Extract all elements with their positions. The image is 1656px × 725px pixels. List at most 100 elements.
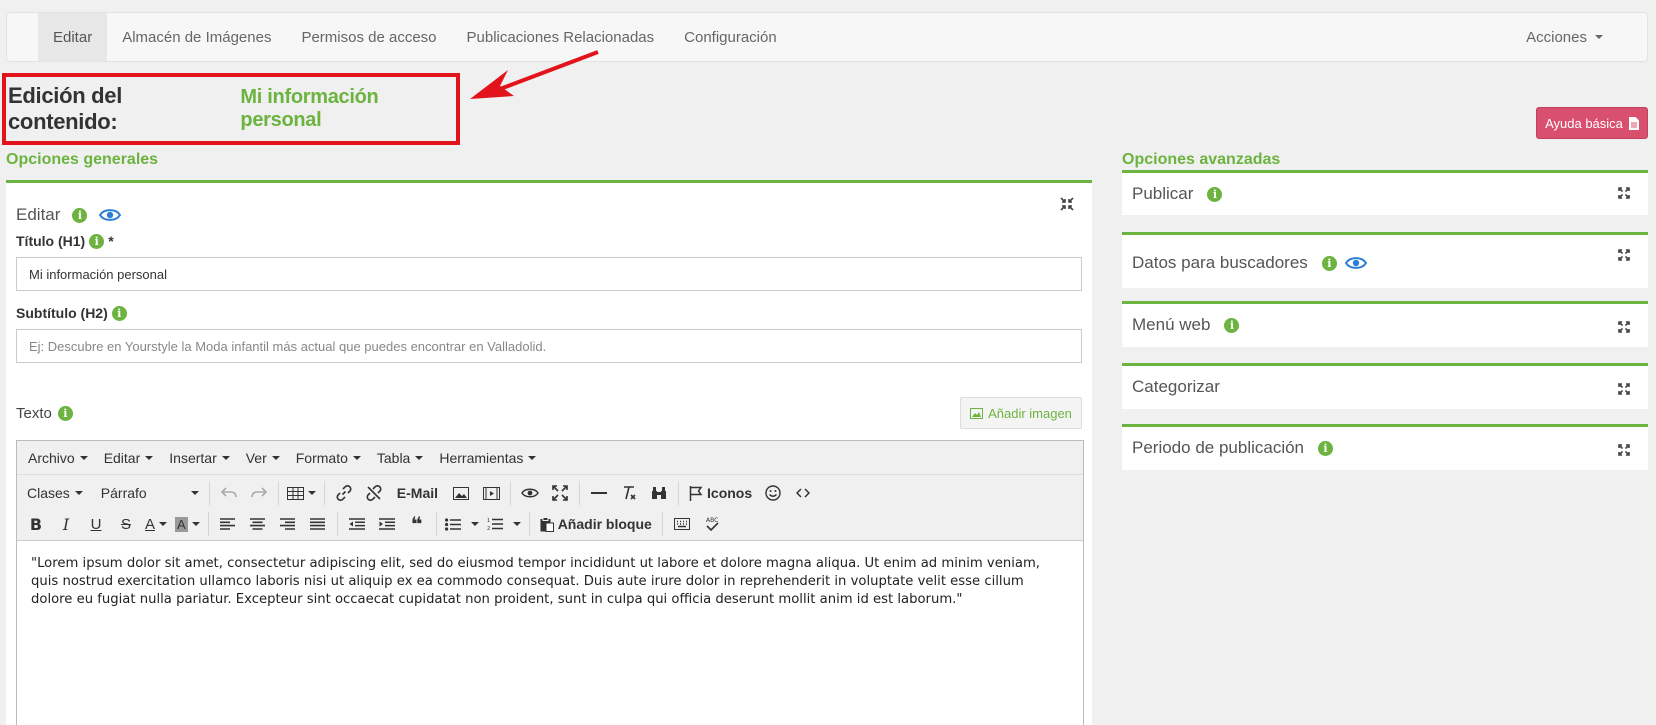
find-replace-button[interactable] <box>644 479 674 507</box>
menu-archivo[interactable]: Archivo <box>23 450 99 466</box>
menu-insertar[interactable]: Insertar <box>164 450 240 466</box>
insert-image-button[interactable] <box>446 479 476 507</box>
add-image-button[interactable]: Añadir imagen <box>960 397 1082 429</box>
clear-format-icon <box>624 486 636 500</box>
background-color-button[interactable]: A <box>171 510 204 538</box>
info-icon[interactable]: i <box>1224 317 1240 333</box>
panel-categorizar[interactable]: Categorizar <box>1122 363 1648 409</box>
info-icon[interactable]: i <box>72 207 88 223</box>
actions-dropdown[interactable]: Acciones <box>1526 29 1603 46</box>
edit-panel-title: Editar <box>16 205 61 224</box>
source-code-button[interactable] <box>788 479 818 507</box>
expand-icon[interactable] <box>1618 444 1630 456</box>
caret-down-icon <box>191 522 200 526</box>
add-block-label: Añadir bloque <box>557 516 652 532</box>
panel-publicar-header: Publicar i <box>1132 184 1223 204</box>
title-input[interactable]: Mi información personal <box>16 257 1082 291</box>
add-block-button[interactable]: Añadir bloque <box>534 510 658 538</box>
panel-menu-web[interactable]: Menú web i <box>1122 301 1648 347</box>
insert-media-button[interactable] <box>476 479 506 507</box>
tab-permisos-acceso[interactable]: Permisos de acceso <box>286 13 451 61</box>
advanced-options-title: Opciones avanzadas <box>1122 151 1281 168</box>
info-icon[interactable]: i <box>57 406 73 421</box>
align-center-button[interactable] <box>243 510 273 538</box>
classes-select[interactable]: Clases <box>21 485 89 501</box>
indent-button[interactable] <box>372 510 402 538</box>
outdent-button[interactable] <box>342 510 372 538</box>
expand-icon[interactable] <box>1618 321 1630 333</box>
eye-icon[interactable] <box>1344 256 1367 270</box>
clear-format-button[interactable] <box>614 479 644 507</box>
subtitle-input[interactable]: Ej: Descubre en Yourstyle la Moda infant… <box>16 329 1082 363</box>
numbered-list-button[interactable]: 12 <box>483 510 525 538</box>
expand-icon[interactable] <box>1618 249 1630 261</box>
info-icon[interactable]: i <box>1207 186 1223 202</box>
expand-icon[interactable] <box>1618 383 1630 395</box>
redo-button[interactable] <box>244 479 274 507</box>
menu-ver[interactable]: Ver <box>241 450 291 466</box>
menu-editar[interactable]: Editar <box>99 450 165 466</box>
email-button[interactable]: E-Mail <box>389 479 446 507</box>
toolbar-separator <box>579 481 581 505</box>
table-button[interactable] <box>283 479 320 507</box>
info-icon[interactable]: i <box>1321 255 1337 271</box>
menu-formato[interactable]: Formato <box>291 450 372 466</box>
editor-content[interactable]: "Lorem ipsum dolor sit amet, consectetur… <box>17 541 1083 623</box>
underline-button[interactable]: U <box>81 510 111 538</box>
title-field-label-text: Título (H1) <box>16 233 86 249</box>
image-icon <box>453 486 470 500</box>
panel-periodo-publicacion[interactable]: Periodo de publicación i <box>1122 424 1648 470</box>
tab-configuracion[interactable]: Configuración <box>669 13 792 61</box>
text-color-button[interactable]: A <box>141 510 171 538</box>
link-icon <box>336 485 352 501</box>
strikethrough-button[interactable]: S <box>111 510 141 538</box>
toolbar-separator <box>208 481 210 505</box>
align-left-button[interactable] <box>213 510 243 538</box>
help-button[interactable]: Ayuda básica <box>1536 107 1648 139</box>
icons-button[interactable]: Iconos <box>683 479 758 507</box>
align-right-button[interactable] <box>273 510 303 538</box>
eye-icon[interactable] <box>99 208 122 222</box>
panel-datos-buscadores[interactable]: Datos para buscadores i <box>1122 232 1648 288</box>
unlink-button[interactable] <box>359 479 389 507</box>
general-options-title: Opciones generales <box>6 151 159 168</box>
link-button[interactable] <box>329 479 359 507</box>
menu-herramientas[interactable]: Herramientas <box>434 450 547 466</box>
info-icon[interactable]: i <box>89 233 105 249</box>
horizontal-rule-button[interactable] <box>584 479 614 507</box>
toolbar-separator <box>510 481 512 505</box>
emoticons-button[interactable] <box>758 479 788 507</box>
unlink-icon <box>366 485 382 501</box>
fullscreen-button[interactable] <box>545 479 575 507</box>
bullet-list-button[interactable] <box>441 510 483 538</box>
svg-text:2: 2 <box>487 526 490 531</box>
paragraph-select[interactable]: Párrafo <box>95 485 205 501</box>
preview-button[interactable] <box>515 479 545 507</box>
info-icon[interactable]: i <box>1318 440 1334 456</box>
bold-button[interactable]: B <box>21 510 51 538</box>
tab-editar[interactable]: Editar <box>38 13 108 61</box>
actions-label: Acciones <box>1526 28 1587 46</box>
spellcheck-button[interactable]: ABC <box>697 510 727 538</box>
indent-icon <box>378 518 395 530</box>
toolbar-row-2: B I U S A A ❝ 12 Añadir bloque ABC <box>21 509 727 539</box>
caret-down-icon <box>512 522 521 526</box>
add-image-label: Añadir imagen <box>988 405 1072 421</box>
compress-icon[interactable] <box>1060 197 1074 211</box>
media-icon <box>482 486 500 500</box>
align-justify-button[interactable] <box>303 510 333 538</box>
caret-down-icon <box>528 455 537 460</box>
italic-button[interactable]: I <box>51 510 81 538</box>
blockquote-button[interactable]: ❝ <box>402 510 432 538</box>
svg-text:ABC: ABC <box>706 517 718 524</box>
info-icon[interactable]: i <box>111 305 127 321</box>
edit-panel-header: Editar i <box>16 205 122 225</box>
undo-button[interactable] <box>214 479 244 507</box>
keyboard-button[interactable] <box>667 510 697 538</box>
expand-icon[interactable] <box>1618 187 1630 199</box>
menu-tabla[interactable]: Tabla <box>372 450 434 466</box>
panel-menu-web-label: Menú web <box>1132 315 1211 334</box>
flag-icon <box>689 485 703 501</box>
tab-almacen-imagenes[interactable]: Almacén de Imágenes <box>107 13 286 61</box>
panel-publicar[interactable]: Publicar i <box>1122 170 1648 215</box>
